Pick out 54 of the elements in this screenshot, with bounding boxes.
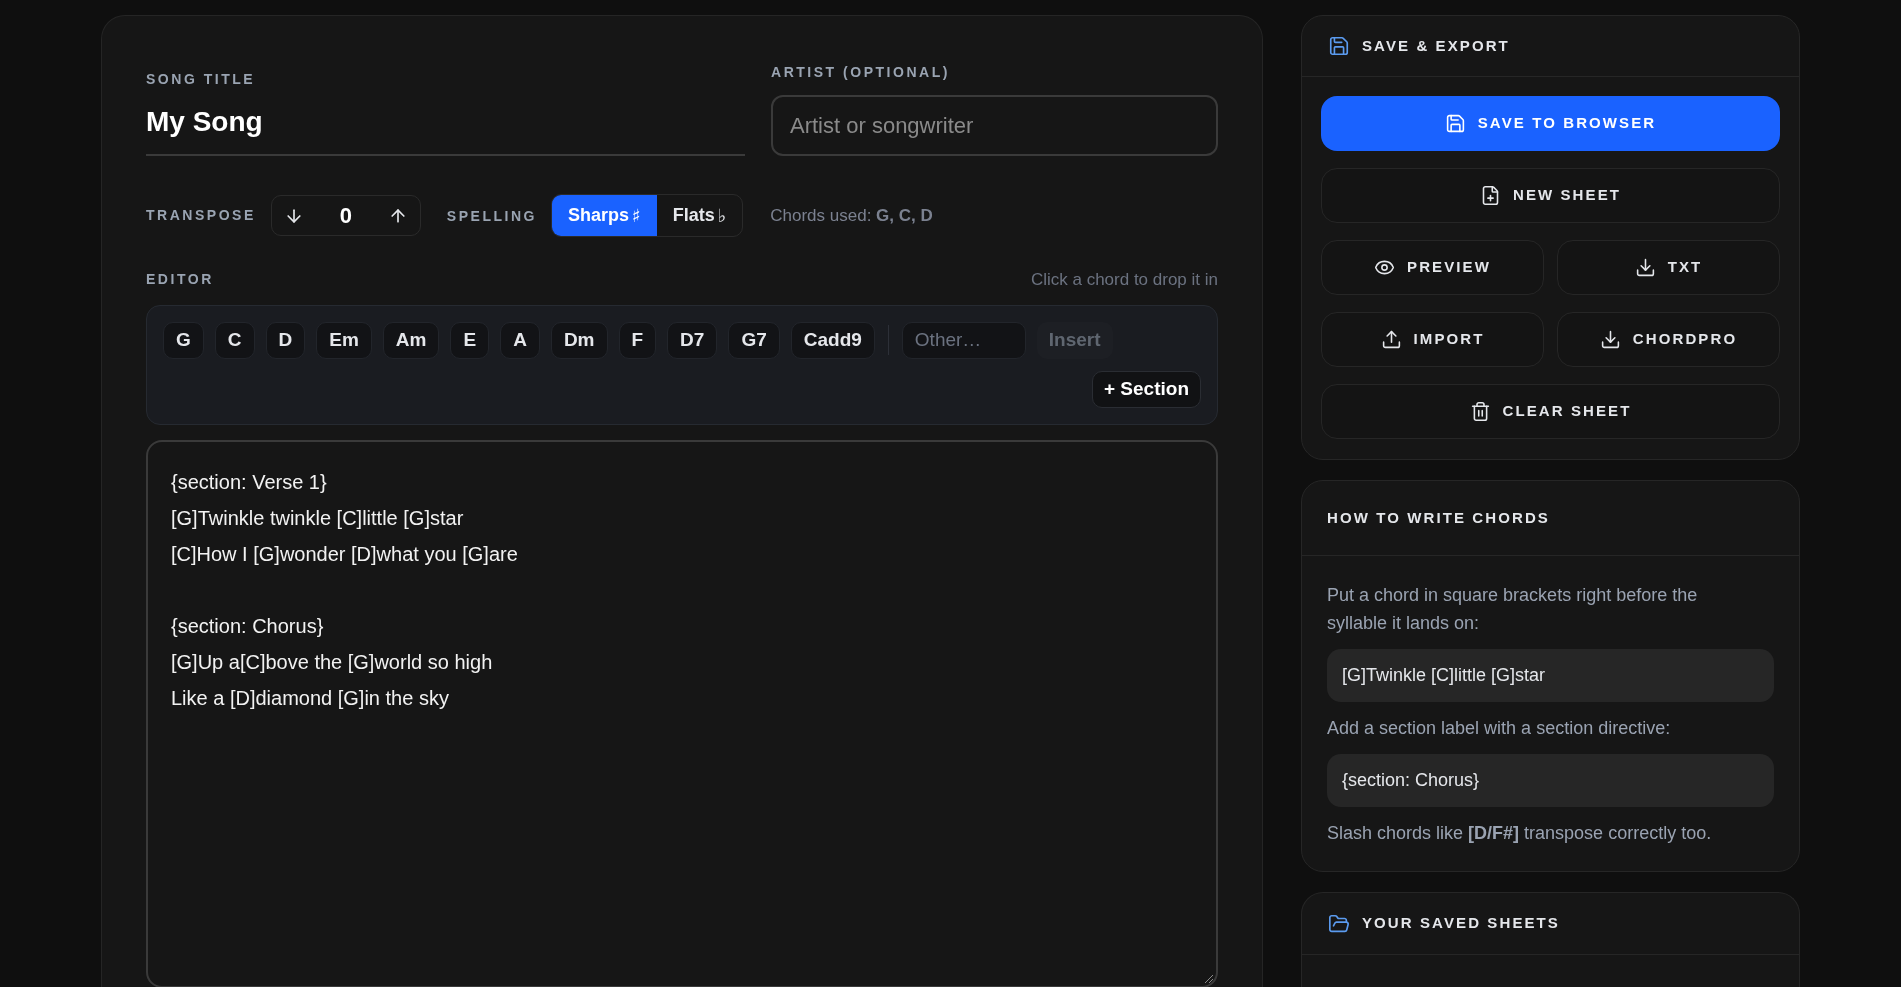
add-section-button[interactable]: + Section: [1092, 370, 1201, 408]
export-button[interactable]: CLEAR SHEET: [1321, 384, 1780, 439]
spelling-option[interactable]: Sharps ♯: [552, 195, 657, 236]
chord-chip[interactable]: G7: [728, 321, 780, 359]
export-button[interactable]: CHORDPRO: [1557, 312, 1780, 367]
lyrics-text-area[interactable]: {section: Verse 1} [G]Twinkle twinkle [C]little [G]star [C]How I [G]wonder [D]what you [G]are {section: Chorus} [G]Up a[C]bove the [G]world so high Like a [D]diamond [G]in the sky: [146, 439, 1218, 987]
chord-chip[interactable]: Dm: [550, 321, 608, 359]
spelling-label: SPELLING: [446, 207, 537, 224]
resize-grip-icon: [1205, 974, 1213, 983]
lyrics-line: [G]Twinkle twinkle [C]little [G]star: [171, 505, 465, 531]
artist-input[interactable]: Artist or songwriter: [771, 95, 1218, 156]
code-example: {section: Chorus}: [1327, 754, 1774, 807]
transpose-label: TRANSPOSE: [146, 206, 256, 225]
export-button[interactable]: IMPORT: [1321, 312, 1544, 367]
artist-label: ARTIST (OPTIONAL): [771, 63, 951, 82]
trash-icon: [1469, 401, 1491, 422]
instruction-text: Add a section label with a section directive:: [1327, 717, 1672, 740]
song-title-label: SONG TITLE: [146, 70, 257, 89]
chord-chip[interactable]: Em: [316, 321, 372, 359]
other-chord-input[interactable]: Other…: [901, 321, 1026, 359]
lyrics-line: [G]Up a[C]bove the [G]world so high: [171, 649, 494, 675]
code-example: [G]Twinkle [C]little [G]star: [1327, 649, 1774, 702]
chord-chip[interactable]: Cadd9: [790, 321, 875, 359]
download-icon: [1599, 329, 1621, 350]
chord-chip[interactable]: F: [618, 321, 657, 359]
transpose-value: 0: [339, 202, 352, 230]
chord-chip[interactable]: D: [265, 321, 306, 359]
lyrics-line: {section: Chorus}: [171, 613, 325, 639]
card-title: HOW TO WRITE CHORDS: [1327, 507, 1550, 528]
chord-chip[interactable]: D7: [667, 321, 718, 359]
spelling-option[interactable]: Flats ♭: [656, 195, 743, 236]
upload-icon: [1380, 329, 1402, 350]
export-button[interactable]: PREVIEW: [1321, 240, 1544, 295]
folder-icon: [1328, 912, 1350, 935]
chord-chip[interactable]: A: [500, 321, 540, 359]
export-button[interactable]: TXT: [1557, 240, 1780, 295]
chords-used-text: Chords used: G, C, D: [770, 204, 933, 227]
card-title: YOUR SAVED SHEETS: [1362, 913, 1560, 934]
lyrics-line: Like a [D]diamond [G]in the sky: [171, 685, 450, 711]
song-title-input[interactable]: My Song: [146, 104, 745, 156]
chord-chip[interactable]: Am: [382, 321, 440, 359]
instruction-text: Slash chords like [D/F#] transpose correctly too.: [1327, 822, 1713, 845]
chord-chip[interactable]: G: [163, 321, 204, 359]
lyrics-line: {section: Verse 1}: [171, 469, 328, 495]
editor-hint: Click a chord to drop it in: [1030, 269, 1218, 291]
editor-label: EDITOR: [146, 270, 214, 290]
chord-chip[interactable]: E: [450, 321, 490, 359]
export-button[interactable]: SAVE TO BROWSER: [1321, 96, 1780, 151]
card-title: SAVE & EXPORT: [1362, 35, 1510, 56]
chord-chip[interactable]: C: [214, 321, 255, 359]
export-button[interactable]: NEW SHEET: [1321, 168, 1780, 223]
download-icon: [1634, 257, 1656, 278]
lyrics-line: [C]How I [G]wonder [D]what you [G]are: [171, 541, 519, 567]
instruction-text: Put a chord in square brackets right before the syllable it lands on:: [1327, 584, 1699, 635]
